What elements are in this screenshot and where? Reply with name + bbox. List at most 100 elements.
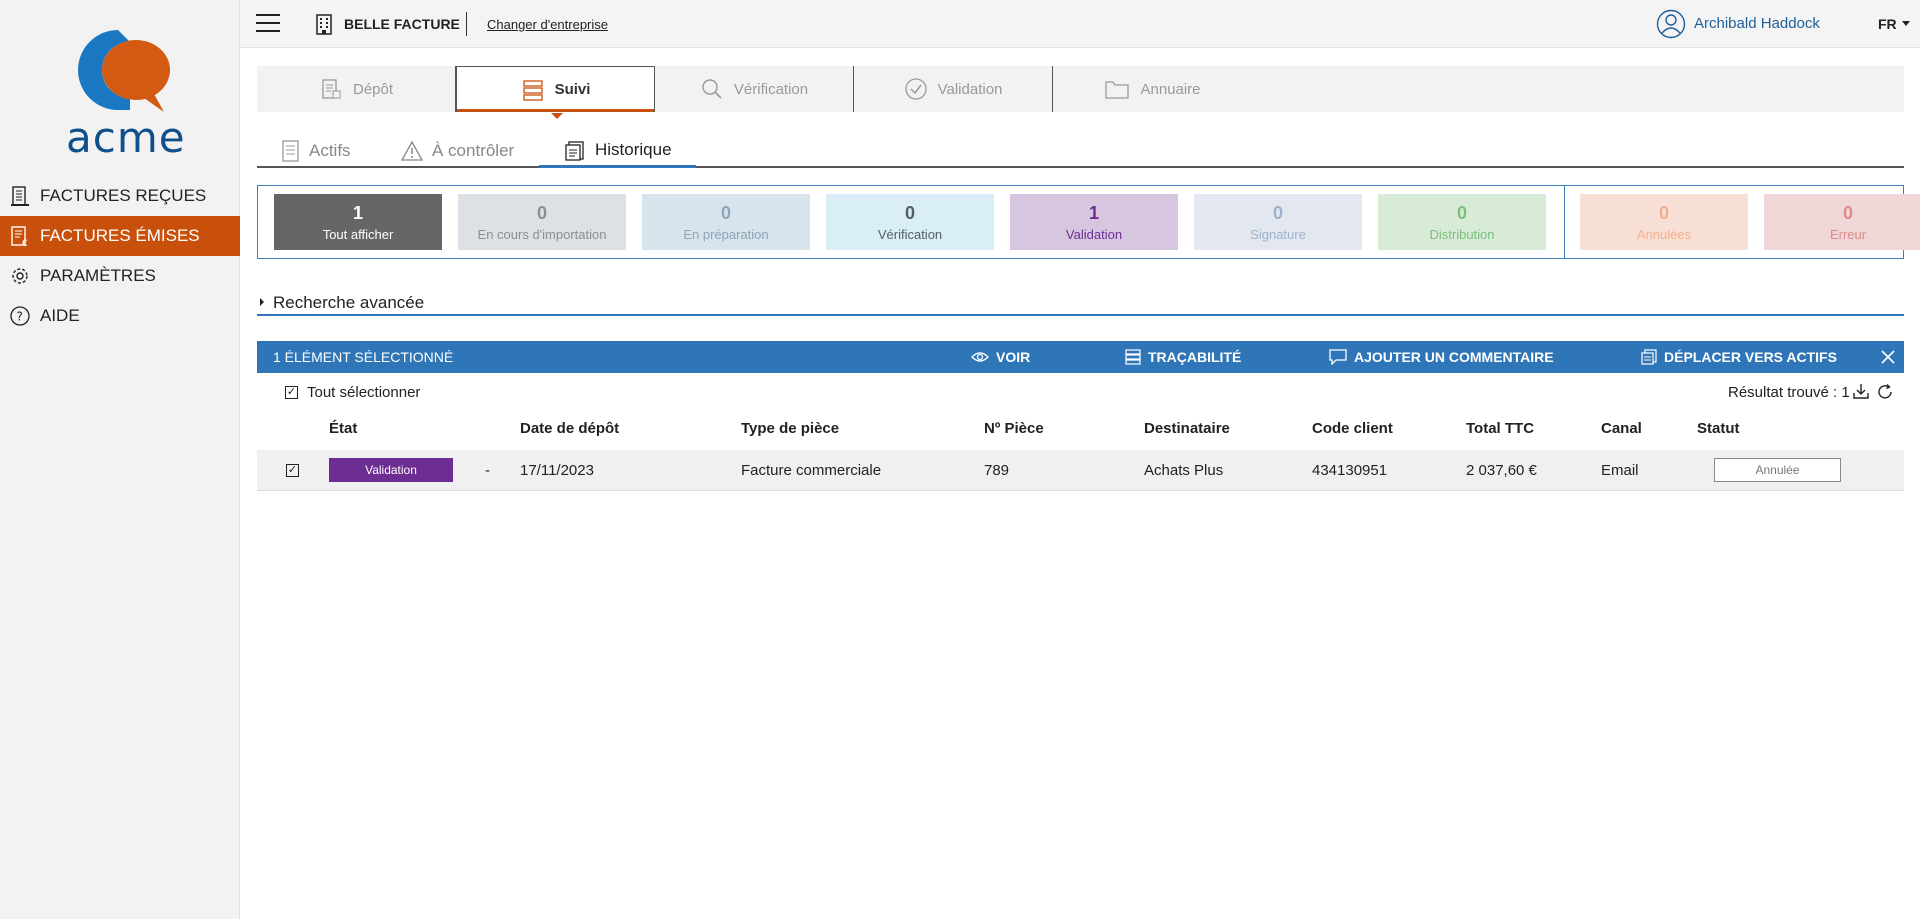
nav-factures-recues[interactable]: FACTURES REÇUES xyxy=(0,176,240,216)
counter-tile[interactable]: 0 Erreur xyxy=(1764,194,1920,250)
tab-annuaire[interactable]: Annuaire xyxy=(1053,66,1252,112)
counter-tile[interactable]: 0 En préparation xyxy=(642,194,810,250)
counter-tile[interactable]: 0 Vérification xyxy=(826,194,994,250)
nav-parametres[interactable]: PARAMÈTRES xyxy=(0,256,240,296)
col-destinataire[interactable]: Destinataire xyxy=(1144,420,1230,437)
active-indicator xyxy=(551,113,563,119)
subtab-historique[interactable]: Historique xyxy=(539,134,696,168)
col-code-client[interactable]: Code client xyxy=(1312,420,1393,437)
select-all[interactable]: ✓ Tout sélectionner xyxy=(285,384,420,401)
selection-count: 1 ÉLÉMENT SÉLECTIONNÉ xyxy=(273,349,454,365)
col-etat[interactable]: État xyxy=(329,420,357,437)
subtab-a-controler[interactable]: À contrôler xyxy=(400,134,514,168)
company-building-icon xyxy=(312,12,336,40)
counter-label: Distribution xyxy=(1429,227,1495,242)
chevron-down-icon[interactable] xyxy=(1902,21,1910,26)
advanced-search-toggle[interactable]: Recherche avancée xyxy=(257,288,1904,316)
nav-label: FACTURES REÇUES xyxy=(40,186,207,205)
col-date-depot[interactable]: Date de dépôt xyxy=(520,420,619,437)
counter-count: 1 xyxy=(352,203,363,223)
counter-tile[interactable]: 0 Annulées xyxy=(1580,194,1748,250)
tab-validation[interactable]: Validation xyxy=(854,66,1053,112)
user-icon[interactable] xyxy=(1656,9,1686,43)
checkbox-checked-icon[interactable]: ✓ xyxy=(285,386,298,399)
document-upload-icon xyxy=(319,77,343,101)
counter-tile[interactable]: 0 En cours d'importation xyxy=(458,194,626,250)
help-icon: ? xyxy=(8,304,32,328)
nav-factures-emises[interactable]: € FACTURES ÉMISES xyxy=(0,216,240,256)
col-numero-piece[interactable]: Nº Pièce xyxy=(984,420,1044,437)
voir-button[interactable]: VOIR xyxy=(971,341,1030,373)
row-checkbox[interactable]: ✓ xyxy=(286,464,299,477)
tab-verification[interactable]: Vérification xyxy=(655,66,854,112)
cell-total: 2 037,60 € xyxy=(1466,462,1537,479)
counter-count: 0 xyxy=(1272,203,1283,223)
deplacer-vers-actifs-button[interactable]: DÉPLACER VERS ACTIFS xyxy=(1641,341,1837,373)
history-icon xyxy=(563,138,587,162)
deplacer-label: DÉPLACER VERS ACTIFS xyxy=(1664,349,1837,365)
tab-label: Dépôt xyxy=(352,80,394,98)
cell-type: Facture commerciale xyxy=(741,462,882,479)
document-icon xyxy=(281,139,301,163)
counter-label: Signature xyxy=(1250,227,1306,242)
refresh-icon[interactable] xyxy=(1876,383,1894,405)
nav-aide[interactable]: ? AIDE xyxy=(0,296,240,336)
tracabilite-button[interactable]: TRAÇABILITÉ xyxy=(1125,341,1241,373)
list-icon xyxy=(1125,349,1141,365)
commentaire-label: AJOUTER UN COMMENTAIRE xyxy=(1354,349,1554,365)
divider xyxy=(466,12,467,36)
col-statut[interactable]: Statut xyxy=(1697,420,1740,437)
table-row[interactable]: ✓ Validation - 17/11/2023 Facture commer… xyxy=(257,450,1904,491)
list-icon xyxy=(521,78,545,102)
gear-icon xyxy=(8,264,32,288)
cell-canal: Email xyxy=(1601,462,1639,479)
nav-label: AIDE xyxy=(40,306,80,325)
counter-count: 0 xyxy=(1456,203,1467,223)
col-type-piece[interactable]: Type de pièce xyxy=(741,420,839,437)
counter-tile[interactable]: 1 Validation xyxy=(1010,194,1178,250)
search-icon xyxy=(700,77,724,101)
cell-numero: 789 xyxy=(984,462,1010,479)
main-content: BELLE FACTURE Changer d'entreprise Archi… xyxy=(240,0,1920,919)
check-circle-icon xyxy=(904,77,928,101)
selection-action-bar: 1 ÉLÉMENT SÉLECTIONNÉ VOIR TRAÇABILITÉ A… xyxy=(257,341,1904,373)
building-icon xyxy=(8,184,32,208)
ajouter-commentaire-button[interactable]: AJOUTER UN COMMENTAIRE xyxy=(1329,341,1554,373)
voir-label: VOIR xyxy=(996,349,1031,365)
tab-label: Suivi xyxy=(554,81,591,98)
counter-tile[interactable]: 0 Distribution xyxy=(1378,194,1546,250)
tab-label: Validation xyxy=(937,80,1003,98)
counter-tile[interactable]: 0 Signature xyxy=(1194,194,1362,250)
logo-text: acme xyxy=(66,113,186,162)
col-total-ttc[interactable]: Total TTC xyxy=(1466,420,1534,437)
menu-icon[interactable] xyxy=(256,14,280,34)
username[interactable]: Archibald Haddock xyxy=(1694,15,1820,32)
tab-label: Vérification xyxy=(733,80,809,98)
sidebar: acme FACTURES REÇUES € FACTURES ÉMISES P… xyxy=(0,0,240,919)
language-selector[interactable]: FR xyxy=(1878,16,1897,32)
col-canal[interactable]: Canal xyxy=(1601,420,1642,437)
counter-tile[interactable]: 1 Tout afficher xyxy=(274,194,442,250)
download-icon[interactable] xyxy=(1852,382,1870,404)
subtab-label: Historique xyxy=(595,139,672,159)
subtab-actifs[interactable]: Actifs xyxy=(281,134,351,168)
close-icon[interactable] xyxy=(1880,349,1896,368)
caret-right-icon xyxy=(260,298,264,306)
counter-count: 0 xyxy=(904,203,915,223)
tab-suivi[interactable]: Suivi xyxy=(456,66,655,119)
warning-icon xyxy=(400,140,424,162)
topbar: BELLE FACTURE Changer d'entreprise Archi… xyxy=(240,0,1920,48)
cell-date: 17/11/2023 xyxy=(520,462,594,479)
statut-badge: Annulée xyxy=(1714,458,1841,482)
counter-count: 0 xyxy=(1842,203,1853,223)
tab-depot[interactable]: Dépôt xyxy=(257,66,456,112)
result-count: Résultat trouvé : 1 xyxy=(1728,384,1850,401)
cell-destinataire: Achats Plus xyxy=(1144,462,1224,479)
select-all-label: Tout sélectionner xyxy=(307,384,421,401)
counter-label: Annulées xyxy=(1636,227,1692,242)
svg-text:€: € xyxy=(22,239,28,247)
row-dash: - xyxy=(485,462,490,479)
change-company-link[interactable]: Changer d'entreprise xyxy=(487,17,608,32)
main-tabs: Dépôt Suivi Vérification Validation Annu… xyxy=(257,66,1904,119)
counter-count: 0 xyxy=(536,203,547,223)
